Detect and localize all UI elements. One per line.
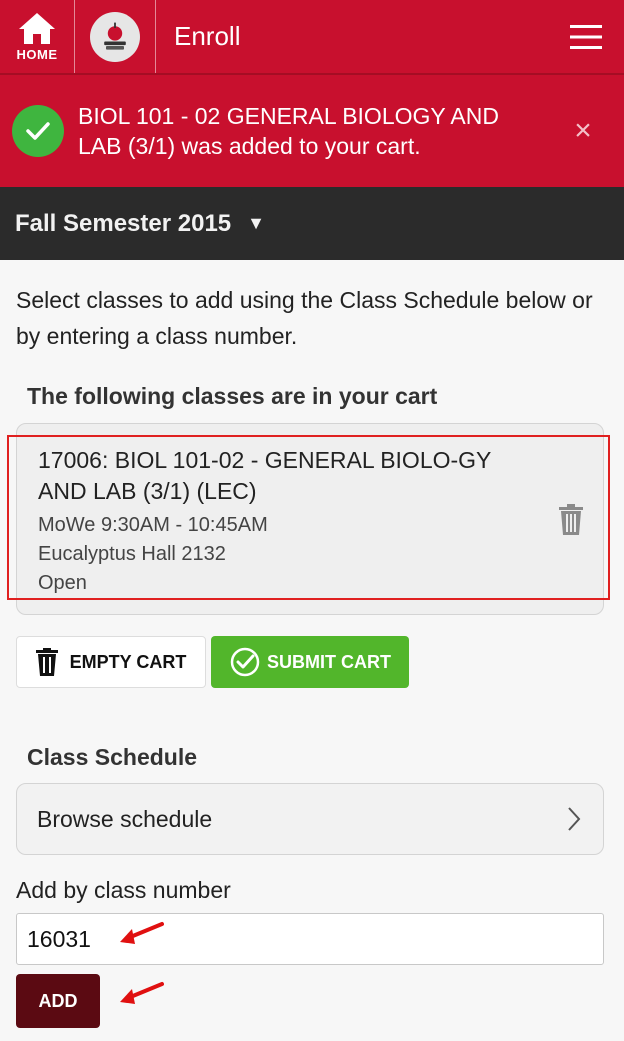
class-number-input[interactable] — [16, 913, 604, 965]
app-logo[interactable] — [75, 0, 155, 73]
browse-schedule-label: Browse schedule — [37, 805, 213, 832]
home-button[interactable]: HOME — [0, 0, 74, 73]
empty-cart-button[interactable]: EMPTY CART — [16, 636, 206, 688]
cart-item-highlight-box — [7, 435, 610, 600]
intro-text: Select classes to add using the Class Sc… — [16, 287, 593, 349]
semester-selector[interactable]: Fall Semester 2015 ▼ — [0, 187, 624, 260]
home-icon — [19, 13, 55, 44]
close-notification-icon[interactable]: × — [568, 114, 598, 148]
class-schedule-heading: Class Schedule — [27, 744, 198, 770]
menu-button[interactable] — [548, 0, 624, 73]
hamburger-menu-icon — [570, 24, 602, 49]
add-by-number-label: Add by class number — [16, 877, 231, 903]
annotation-arrow-icon — [120, 922, 164, 944]
app-header: HOME Enroll — [0, 0, 624, 73]
trash-icon — [35, 648, 58, 676]
browse-schedule-button[interactable]: Browse schedule — [16, 783, 604, 855]
chevron-right-icon — [568, 807, 581, 831]
empty-cart-label: EMPTY CART — [69, 651, 187, 672]
dropdown-caret-icon: ▼ — [247, 213, 265, 233]
annotation-arrow-icon — [120, 982, 164, 1004]
notification-message: BIOL 101 - 02 GENERAL BIOLOGY AND LAB (3… — [78, 103, 499, 159]
success-check-icon — [12, 105, 64, 157]
submit-cart-button[interactable]: SUBMIT CART — [211, 636, 409, 688]
success-notification: BIOL 101 - 02 GENERAL BIOLOGY AND LAB (3… — [0, 73, 624, 187]
home-label: HOME — [16, 47, 58, 62]
app-title: Enroll — [174, 21, 241, 51]
semester-label: Fall Semester 2015 — [15, 209, 232, 237]
apple-books-icon — [90, 11, 140, 62]
submit-cart-label: SUBMIT CART — [267, 651, 391, 672]
cart-heading: The following classes are in your cart — [27, 383, 438, 409]
add-button[interactable]: ADD — [16, 974, 100, 1028]
check-circle-icon — [230, 647, 260, 677]
